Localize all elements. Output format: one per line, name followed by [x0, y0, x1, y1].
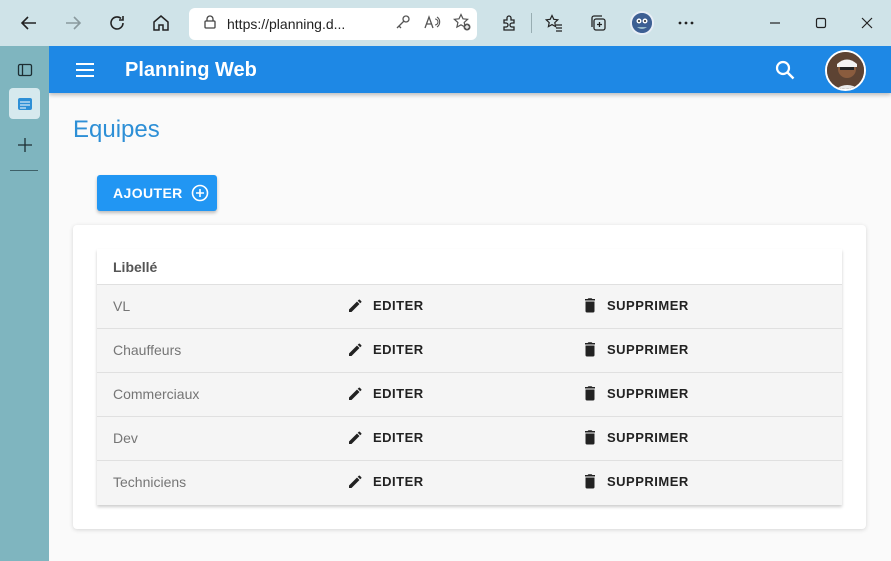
- edit-button-label: EDITER: [373, 297, 424, 313]
- edit-button-label: EDITER: [373, 429, 424, 445]
- edit-button[interactable]: EDITER: [347, 296, 424, 314]
- delete-button[interactable]: SUPPRIMER: [581, 384, 689, 402]
- app-bar: Planning Web: [49, 46, 891, 93]
- team-name: Chauffeurs: [113, 342, 182, 358]
- pencil-icon: [347, 296, 365, 314]
- active-tab-favicon[interactable]: [9, 88, 40, 119]
- delete-button[interactable]: SUPPRIMER: [581, 472, 689, 490]
- table-row: Dev EDITER SUPPRIMER: [97, 417, 842, 461]
- collections-icon[interactable]: [576, 0, 620, 46]
- table-row: Techniciens EDITER SUPPRIMER: [97, 461, 842, 505]
- forward-icon[interactable]: [51, 0, 95, 46]
- search-icon[interactable]: [773, 58, 797, 82]
- trash-icon: [581, 384, 599, 402]
- close-icon[interactable]: [844, 0, 890, 46]
- teams-table: Libellé VL EDITER SUPPRIMER Chauffeurs E…: [97, 249, 842, 505]
- edit-button-label: EDITER: [373, 385, 424, 401]
- maximize-icon[interactable]: [798, 0, 844, 46]
- delete-button-label: SUPPRIMER: [607, 385, 689, 401]
- tab-actions-icon[interactable]: [9, 54, 40, 85]
- menu-icon[interactable]: [73, 58, 97, 82]
- table-header: Libellé: [97, 249, 842, 285]
- column-header-label: Libellé: [113, 258, 158, 275]
- extensions-icon[interactable]: [487, 0, 531, 46]
- delete-button-label: SUPPRIMER: [607, 297, 689, 313]
- sidebar-divider: [10, 170, 38, 171]
- edit-button[interactable]: EDITER: [347, 384, 424, 402]
- delete-button-label: SUPPRIMER: [607, 429, 689, 445]
- trash-icon: [581, 472, 599, 490]
- add-button[interactable]: AJOUTER: [97, 175, 217, 211]
- favorites-icon[interactable]: [532, 0, 576, 46]
- pencil-icon: [347, 472, 365, 490]
- trash-icon: [581, 296, 599, 314]
- app-title: Planning Web: [125, 59, 257, 81]
- team-name: Commerciaux: [113, 386, 200, 402]
- key-icon[interactable]: [395, 14, 411, 35]
- edit-button-label: EDITER: [373, 341, 424, 357]
- delete-button-label: SUPPRIMER: [607, 341, 689, 357]
- teams-card: Libellé VL EDITER SUPPRIMER Chauffeurs E…: [73, 225, 866, 529]
- table-row: VL EDITER SUPPRIMER: [97, 285, 842, 329]
- edit-button[interactable]: EDITER: [347, 340, 424, 358]
- page-title: Equipes: [73, 116, 160, 143]
- address-bar[interactable]: https://planning.d...: [189, 8, 477, 40]
- edit-button[interactable]: EDITER: [347, 472, 424, 490]
- team-name: VL: [113, 298, 131, 314]
- profile-icon[interactable]: [620, 0, 664, 46]
- add-circle-icon: [191, 184, 209, 202]
- delete-button[interactable]: SUPPRIMER: [581, 296, 689, 314]
- vertical-tabs-sidebar: [0, 46, 49, 561]
- back-icon[interactable]: [7, 0, 51, 46]
- add-favorite-icon[interactable]: [453, 12, 471, 36]
- read-aloud-icon[interactable]: [423, 14, 441, 35]
- delete-button[interactable]: SUPPRIMER: [581, 340, 689, 358]
- table-row: Commerciaux EDITER SUPPRIMER: [97, 373, 842, 417]
- url-text[interactable]: https://planning.d...: [227, 16, 353, 32]
- pencil-icon: [347, 384, 365, 402]
- table-row: Chauffeurs EDITER SUPPRIMER: [97, 329, 842, 373]
- pencil-icon: [347, 340, 365, 358]
- more-icon[interactable]: [664, 0, 708, 46]
- browser-toolbar: https://planning.d...: [0, 0, 891, 46]
- edit-button[interactable]: EDITER: [347, 428, 424, 446]
- add-button-label: AJOUTER: [113, 185, 183, 201]
- delete-button-label: SUPPRIMER: [607, 473, 689, 489]
- lock-icon[interactable]: [203, 14, 217, 34]
- team-name: Dev: [113, 430, 138, 446]
- app-window: Planning Web Equipes AJOUTER Libellé VL …: [49, 46, 891, 561]
- minimize-icon[interactable]: [752, 0, 798, 46]
- trash-icon: [581, 340, 599, 358]
- delete-button[interactable]: SUPPRIMER: [581, 428, 689, 446]
- user-avatar[interactable]: [825, 50, 866, 91]
- team-name: Techniciens: [113, 474, 187, 490]
- trash-icon: [581, 428, 599, 446]
- pencil-icon: [347, 428, 365, 446]
- refresh-icon[interactable]: [95, 0, 139, 46]
- home-icon[interactable]: [139, 0, 183, 46]
- edit-button-label: EDITER: [373, 473, 424, 489]
- new-tab-icon[interactable]: [9, 129, 40, 160]
